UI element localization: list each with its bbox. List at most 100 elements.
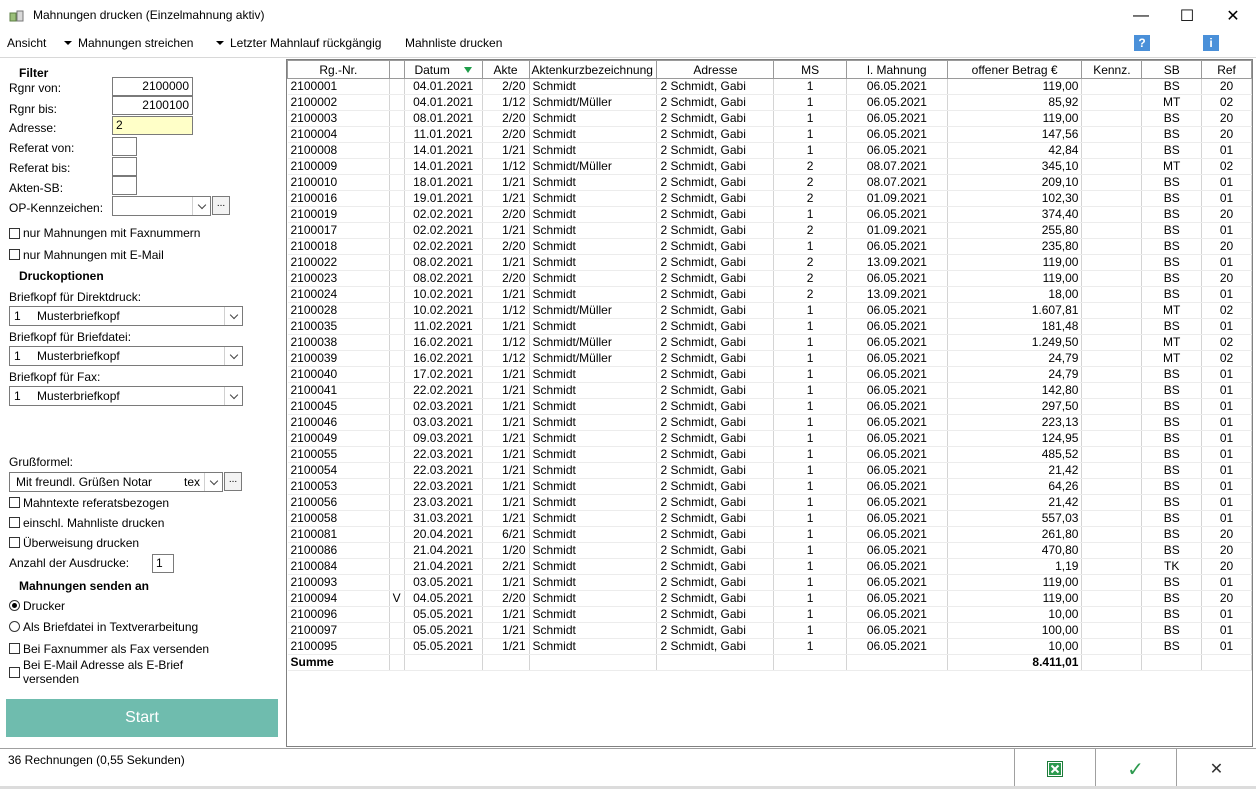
table-row[interactable]: 2100002 04.01.2021 1/12 Schmidt/Müller 2 Sch… (287, 94, 1252, 111)
chevron-down-icon[interactable] (192, 197, 210, 215)
table-row[interactable]: 2100008 14.01.2021 1/21 Schmidt 2 Schmidt, G… (287, 142, 1252, 159)
column-header-aktenkurz[interactable]: Aktenkurzbezeichnung (528, 60, 658, 79)
chevron-down-icon[interactable] (224, 307, 242, 325)
table-row[interactable]: 2100084 21.04.2021 2/21 Schmidt 2 Schmidt, G… (287, 558, 1252, 575)
table-row[interactable]: 2100053 22.03.2021 1/21 Schmidt 2 Schmidt, G… (287, 478, 1252, 495)
table-row[interactable]: 2100022 08.02.2021 1/21 Schmidt 2 Schmidt, G… (287, 254, 1252, 271)
table-row[interactable]: 2100019 02.02.2021 2/20 Schmidt 2 Schmidt, G… (287, 206, 1252, 223)
ok-button[interactable]: ✓ (1095, 749, 1175, 789)
ueberweisung-checkbox[interactable] (9, 537, 20, 548)
minimize-button[interactable]: — (1118, 0, 1164, 32)
table-row[interactable]: 2100018 02.02.2021 2/20 Schmidt 2 Schmidt, G… (287, 238, 1252, 255)
referat-bis-input[interactable] (112, 157, 137, 176)
column-header-ms[interactable]: MS (773, 60, 847, 79)
fax-versenden-label[interactable]: Bei Faxnummer als Fax versenden (23, 642, 209, 656)
table-row[interactable]: 2100009 14.01.2021 1/12 Schmidt/Müller 2 Sch… (287, 158, 1252, 175)
table-row[interactable]: 2100040 17.02.2021 1/21 Schmidt 2 Schmidt, G… (287, 366, 1252, 383)
mahntexte-label[interactable]: Mahntexte referatsbezogen (23, 496, 169, 510)
table-row[interactable]: 2100001 04.01.2021 2/20 Schmidt 2 Schmidt, G… (287, 78, 1252, 95)
column-header-datum[interactable]: Datum (403, 60, 483, 79)
table-row[interactable]: 2100035 11.02.2021 1/21 Schmidt 2 Schmidt, G… (287, 318, 1252, 335)
menu-mahnliste-drucken[interactable]: Mahnliste drucken (405, 36, 502, 50)
close-button[interactable]: ✕ (1210, 0, 1256, 32)
briefdatei-radio[interactable] (9, 621, 20, 632)
op-kennzeichen-label: OP-Kennzeichen: (9, 201, 104, 215)
nur-email-label[interactable]: nur Mahnungen mit E-Mail (23, 248, 164, 262)
table-row[interactable]: 2100004 11.01.2021 2/20 Schmidt 2 Schmidt, G… (287, 126, 1252, 143)
fax-versenden-checkbox[interactable] (9, 643, 20, 654)
column-header-adresse[interactable]: Adresse (656, 60, 775, 79)
table-row[interactable]: 2100096 05.05.2021 1/21 Schmidt 2 Schmidt, G… (287, 606, 1252, 623)
drucker-radio[interactable] (9, 600, 20, 611)
table-row[interactable]: 2100081 20.04.2021 6/21 Schmidt 2 Schmidt, G… (287, 526, 1252, 543)
table-row[interactable]: 2100086 21.04.2021 1/20 Schmidt 2 Schmidt, G… (287, 542, 1252, 559)
grussformel-browse-button[interactable]: ... (224, 472, 242, 491)
column-header-kennz[interactable]: Kennz. (1081, 60, 1143, 79)
column-header-letzte-mahnung[interactable]: l. Mahnung (845, 60, 948, 79)
start-button[interactable]: Start (6, 699, 278, 737)
table-row[interactable]: 2100039 16.02.2021 1/12 Schmidt/Müller 2 Sch… (287, 350, 1252, 367)
op-kennzeichen-browse-button[interactable]: ... (212, 196, 230, 215)
chevron-down-icon[interactable] (204, 473, 222, 491)
table-row[interactable]: 2100093 03.05.2021 1/21 Schmidt 2 Schmidt, G… (287, 574, 1252, 591)
table-row[interactable]: 2100058 31.03.2021 1/21 Schmidt 2 Schmidt, G… (287, 510, 1252, 527)
table-row[interactable]: 2100024 10.02.2021 1/21 Schmidt 2 Schmidt, G… (287, 286, 1252, 303)
table-row[interactable]: 2100003 08.01.2021 2/20 Schmidt 2 Schmidt, G… (287, 110, 1252, 127)
grussformel-select[interactable]: Mit freundl. Grüßen Notar tex (9, 472, 223, 492)
table-row[interactable]: 2100055 22.03.2021 1/21 Schmidt 2 Schmidt, G… (287, 446, 1252, 463)
ueberweisung-label[interactable]: Überweisung drucken (23, 536, 139, 550)
table-row[interactable]: 2100041 22.02.2021 1/21 Schmidt 2 Schmidt, G… (287, 382, 1252, 399)
column-header-rgnr[interactable]: Rg.-Nr. (287, 60, 390, 79)
table-row[interactable]: 2100097 05.05.2021 1/21 Schmidt 2 Schmidt, G… (287, 622, 1252, 639)
chevron-down-icon[interactable] (224, 387, 242, 405)
table-row[interactable]: 2100056 23.03.2021 1/21 Schmidt 2 Schmidt, G… (287, 494, 1252, 511)
email-versenden-checkbox[interactable] (9, 667, 20, 678)
column-header-flag[interactable] (389, 60, 405, 79)
rgnr-bis-input[interactable]: 2100100 (112, 96, 193, 115)
anzahl-ausdrucke-input[interactable]: 1 (152, 554, 174, 573)
briefkopf-direktdruck-select[interactable]: 1 Musterbriefkopf (9, 306, 243, 326)
akten-sb-input[interactable] (112, 176, 137, 195)
nur-fax-label[interactable]: nur Mahnungen mit Faxnummern (23, 226, 200, 240)
menu-letzter-mahnlauf[interactable]: Letzter Mahnlauf rückgängig (216, 36, 381, 50)
maximize-button[interactable]: ☐ (1164, 0, 1210, 32)
nur-fax-checkbox[interactable] (9, 228, 20, 239)
email-versenden-label[interactable]: Bei E-Mail Adresse als E-Brief versenden (23, 658, 203, 686)
excel-export-button[interactable] (1014, 749, 1094, 789)
table-row[interactable]: 2100028 10.02.2021 1/12 Schmidt/Müller 2 Sch… (287, 302, 1252, 319)
column-header-sb[interactable]: SB (1141, 60, 1203, 79)
table-row[interactable]: 2100017 02.02.2021 1/21 Schmidt 2 Schmidt, G… (287, 222, 1252, 239)
briefkopf-fax-select[interactable]: 1 Musterbriefkopf (9, 386, 243, 406)
table-row[interactable]: 2100038 16.02.2021 1/12 Schmidt/Müller 2 Sch… (287, 334, 1252, 351)
briefkopf-briefdatei-select[interactable]: 1 Musterbriefkopf (9, 346, 243, 366)
adresse-input[interactable]: 2 (112, 116, 193, 135)
table-row[interactable]: 2100023 08.02.2021 2/20 Schmidt 2 Schmidt, G… (287, 270, 1252, 287)
rgnr-von-input[interactable]: 2100000 (112, 77, 193, 96)
help-icon[interactable]: ? (1134, 35, 1150, 51)
einschl-mahnliste-label[interactable]: einschl. Mahnliste drucken (23, 516, 164, 530)
op-kennzeichen-select[interactable] (112, 196, 211, 216)
mahntexte-checkbox[interactable] (9, 497, 20, 508)
table-row[interactable]: 2100016 19.01.2021 1/21 Schmidt 2 Schmidt, G… (287, 190, 1252, 207)
referat-von-input[interactable] (112, 137, 137, 156)
table-row[interactable]: 2100010 18.01.2021 1/21 Schmidt 2 Schmidt, G… (287, 174, 1252, 191)
table-row[interactable]: 2100046 03.03.2021 1/21 Schmidt 2 Schmidt, G… (287, 414, 1252, 431)
table-row[interactable]: 2100049 09.03.2021 1/21 Schmidt 2 Schmidt, G… (287, 430, 1252, 447)
briefdatei-label[interactable]: Als Briefdatei in Textverarbeitung (23, 620, 198, 634)
info-icon[interactable]: i (1203, 35, 1219, 51)
drucker-label[interactable]: Drucker (23, 599, 65, 613)
column-header-ref[interactable]: Ref (1201, 60, 1252, 79)
column-header-akte[interactable]: Akte (481, 60, 530, 79)
invoice-grid[interactable]: Rg.-Nr. Datum Akte Aktenkurzbezeichnung Adre… (286, 59, 1253, 747)
chevron-down-icon[interactable] (224, 347, 242, 365)
menu-mahnungen-streichen[interactable]: Mahnungen streichen (64, 36, 193, 50)
column-header-offener-betrag[interactable]: offener Betrag € (946, 60, 1083, 79)
nur-email-checkbox[interactable] (9, 249, 20, 260)
einschl-mahnliste-checkbox[interactable] (9, 517, 20, 528)
table-row[interactable]: 2100095 05.05.2021 1/21 Schmidt 2 Schmidt, G… (287, 638, 1252, 655)
table-row[interactable]: 2100045 02.03.2021 1/21 Schmidt 2 Schmidt, G… (287, 398, 1252, 415)
menu-ansicht[interactable]: Ansicht (7, 36, 46, 50)
table-row[interactable]: 2100094 V 04.05.2021 2/20 Schmidt 2 Schmidt, … (287, 590, 1252, 607)
cancel-button[interactable]: ✕ (1176, 749, 1256, 789)
table-row[interactable]: 2100054 22.03.2021 1/21 Schmidt 2 Schmidt, G… (287, 462, 1252, 479)
